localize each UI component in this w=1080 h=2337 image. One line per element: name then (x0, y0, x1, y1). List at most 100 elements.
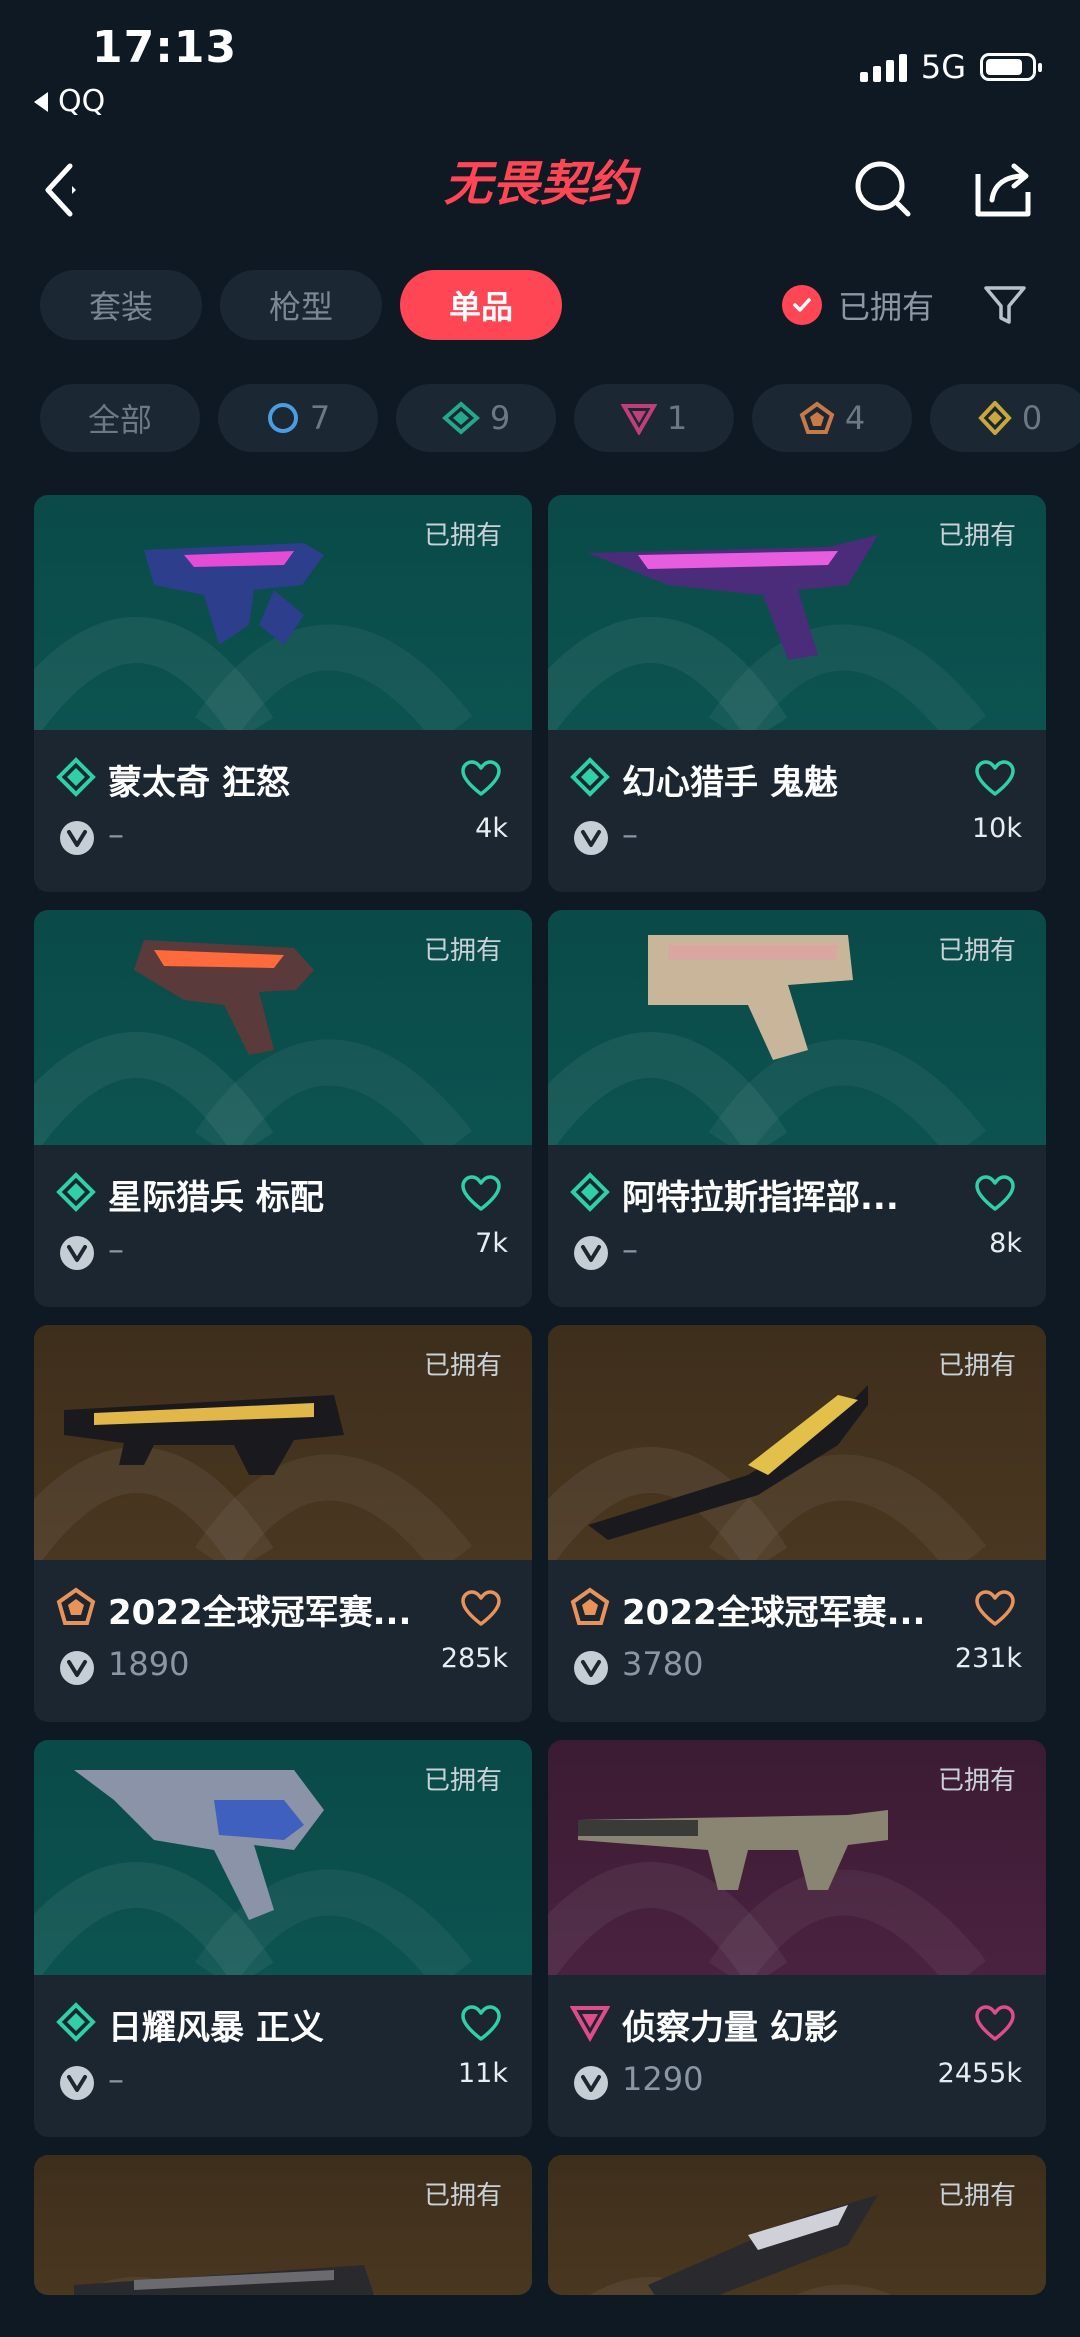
tab-single-items[interactable]: 单品 (400, 270, 562, 340)
pentagon-tier-icon (56, 1587, 96, 1625)
owned-label: 已拥有 (423, 936, 502, 966)
chip-select-tier[interactable]: 7 (218, 384, 378, 452)
diamond-tier-icon (441, 401, 480, 435)
skin-card-5[interactable]: 已拥有 2022全球冠军赛... 1890 285k (34, 1325, 532, 1722)
skin-card-10[interactable]: 已拥有 (548, 2155, 1046, 2295)
skin-card-2[interactable]: 已拥有 幻心猎手 鬼魅 – 10k (548, 495, 1046, 892)
heart-icon[interactable] (460, 759, 502, 799)
rhombus-tier-icon (978, 401, 1012, 435)
chip-deluxe-tier[interactable]: 9 (396, 384, 556, 452)
owned-filter-toggle[interactable]: 已拥有 (782, 280, 934, 330)
chip-count: 7 (309, 399, 331, 437)
skin-card-4[interactable]: 已拥有 阿特拉斯指挥部... – 8k (548, 910, 1046, 1307)
skin-name: 幻心猎手 鬼魅 (622, 763, 838, 803)
pentagon-tier-icon (799, 401, 835, 434)
owned-label: 已拥有 (423, 521, 502, 551)
owned-label: 已拥有 (937, 1351, 1016, 1381)
chip-all[interactable]: 全部 (40, 384, 200, 452)
pentagon-tier-icon (570, 1587, 610, 1625)
vp-currency-icon (574, 1651, 608, 1685)
app-header: 无畏契约 (0, 130, 1080, 250)
skin-price: 1290 (622, 2060, 704, 2098)
heart-icon[interactable] (974, 759, 1016, 799)
owned-label: 已拥有 (937, 936, 1016, 966)
like-count: 231k (954, 1643, 1022, 1674)
like-count: 2455k (937, 2058, 1022, 2089)
skin-name: 日耀风暴 正义 (108, 2008, 324, 2048)
chip-count: 4 (844, 399, 866, 437)
skin-name: 2022全球冠军赛... (622, 1593, 926, 1633)
skin-card-9[interactable]: 已拥有 (34, 2155, 532, 2295)
skin-name: 蒙太奇 狂怒 (108, 763, 290, 803)
logo-text: 无畏契约 (444, 156, 642, 212)
status-time: 17:13 (92, 22, 238, 73)
chip-count: 1 (666, 399, 688, 437)
like-count: 4k (475, 813, 508, 844)
skin-price: 3780 (622, 1645, 704, 1683)
like-count: 10k (972, 813, 1022, 844)
skin-card-1[interactable]: 已拥有 蒙太奇 狂怒 – 4k (34, 495, 532, 892)
vp-currency-icon (574, 2066, 608, 2100)
vp-currency-icon (60, 821, 94, 855)
back-app-label: QQ (58, 84, 106, 119)
search-button[interactable] (850, 156, 916, 222)
skin-card-6[interactable]: 已拥有 2022全球冠军赛... 3780 231k (548, 1325, 1046, 1722)
valorant-logo: 无畏契约 (444, 156, 642, 212)
chip-exclusive-tier[interactable]: 4 (752, 384, 912, 452)
skin-price: – (108, 2060, 124, 2098)
like-count: 11k (458, 2058, 508, 2089)
skin-price: – (108, 1230, 124, 1268)
skin-card-8[interactable]: 已拥有 侦察力量 幻影 1290 2455k (548, 1740, 1046, 2137)
triangle-tier-icon (570, 2006, 610, 2042)
chip-ultra-tier[interactable]: 0 (930, 384, 1080, 452)
back-to-app-link[interactable]: QQ (34, 84, 105, 119)
filter-icon[interactable] (980, 280, 1030, 330)
diamond-tier-icon (56, 2002, 96, 2042)
back-arrow-icon (34, 91, 48, 112)
owned-label: 已拥有 (423, 2181, 502, 2211)
skin-name: 2022全球冠军赛... (108, 1593, 412, 1633)
vp-currency-icon (574, 1236, 608, 1270)
category-tabs: 套装 枪型 单品 (40, 270, 562, 340)
tab-weapon-types[interactable]: 枪型 (220, 270, 382, 340)
owned-label: 已拥有 (937, 2181, 1016, 2211)
battery-icon (980, 53, 1042, 81)
tab-bundles[interactable]: 套装 (40, 270, 202, 340)
owned-label: 已拥有 (937, 521, 1016, 551)
vp-currency-icon (60, 2066, 94, 2100)
heart-icon[interactable] (974, 1589, 1016, 1629)
owned-filter-label: 已拥有 (838, 288, 935, 326)
diamond-tier-icon (570, 1172, 610, 1212)
like-count: 8k (989, 1228, 1022, 1259)
circle-tier-icon (267, 403, 298, 433)
heart-icon[interactable] (460, 1174, 502, 1214)
skin-price: – (622, 1230, 638, 1268)
heart-icon[interactable] (460, 2004, 502, 2044)
vp-currency-icon (574, 821, 608, 855)
tier-filter-chips: 全部 7 9 1 4 0 (40, 384, 1080, 454)
vp-currency-icon (60, 1236, 94, 1270)
skin-price: – (622, 815, 638, 853)
chip-label: 全部 (87, 401, 152, 439)
skin-grid: 已拥有 蒙太奇 狂怒 – 4k 已拥有 幻心猎手 鬼魅 – 10k 已拥有 星际… (34, 495, 1046, 2295)
back-button[interactable] (36, 160, 96, 220)
chip-premium-tier[interactable]: 1 (574, 384, 734, 452)
owned-label: 已拥有 (937, 1766, 1016, 1796)
skin-card-7[interactable]: 已拥有 日耀风暴 正义 – 11k (34, 1740, 532, 2137)
diamond-tier-icon (56, 757, 96, 797)
vp-currency-icon (60, 1651, 94, 1685)
heart-icon[interactable] (974, 1174, 1016, 1214)
skin-name: 星际猎兵 标配 (108, 1178, 324, 1218)
share-button[interactable] (970, 156, 1036, 222)
heart-icon[interactable] (974, 2004, 1016, 2044)
skin-name: 阿特拉斯指挥部... (622, 1178, 899, 1218)
heart-icon[interactable] (460, 1589, 502, 1629)
diamond-tier-icon (570, 757, 610, 797)
network-type: 5G (920, 48, 966, 86)
like-count: 7k (475, 1228, 508, 1259)
skin-card-3[interactable]: 已拥有 星际猎兵 标配 – 7k (34, 910, 532, 1307)
skin-price: – (108, 815, 124, 853)
checkmark-icon (782, 285, 822, 325)
owned-label: 已拥有 (423, 1351, 502, 1381)
skin-price: 1890 (108, 1645, 190, 1683)
